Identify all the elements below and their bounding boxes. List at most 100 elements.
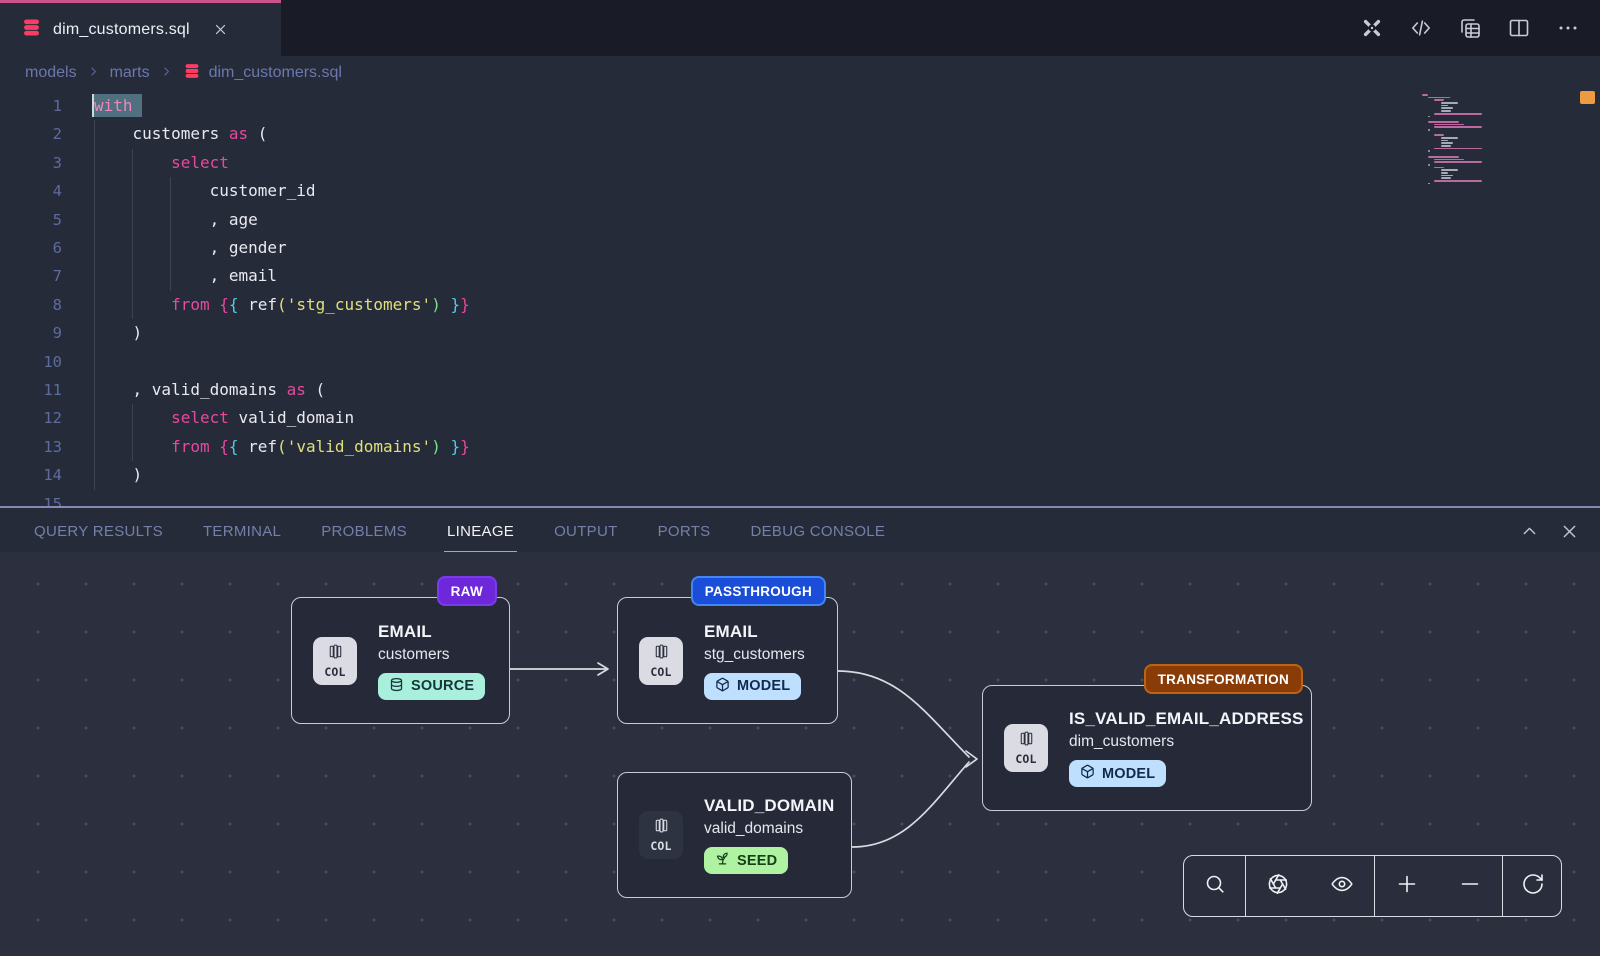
minus-button[interactable] xyxy=(1458,872,1482,901)
close-tab-icon[interactable] xyxy=(213,22,228,37)
dbt-icon[interactable] xyxy=(1360,16,1384,40)
minimap-line xyxy=(1434,180,1482,182)
code-line[interactable]: 4 customer_id xyxy=(0,177,1600,205)
code-text: from {{ ref('stg_customers') }} xyxy=(94,291,470,319)
minimap-line xyxy=(1434,113,1482,115)
node-column-name: EMAIL xyxy=(704,622,758,642)
code-icon[interactable] xyxy=(1409,16,1433,40)
toolbar-section xyxy=(1502,856,1563,916)
minimap-line xyxy=(1441,137,1458,139)
panel-tab-query-results[interactable]: QUERY RESULTS xyxy=(34,508,163,554)
bottom-panel-tabs: QUERY RESULTS TERMINAL PROBLEMS LINEAGE OUTP… xyxy=(0,506,1600,554)
breadcrumb-item-dim_customers-sql[interactable]: dim_customers.sql xyxy=(183,62,342,85)
tab-dim-customers[interactable]: dim_customers.sql xyxy=(0,0,281,56)
panel-tab-lineage[interactable]: LINEAGE xyxy=(447,508,514,554)
minimap-line xyxy=(1434,99,1443,101)
tag-badge-passthrough: PASSTHROUGH xyxy=(691,576,826,606)
minimap-line xyxy=(1441,175,1453,177)
code-line[interactable]: 12 select valid_domain xyxy=(0,404,1600,432)
col-label: COL xyxy=(650,839,671,853)
minimap-line xyxy=(1441,110,1452,112)
lineage-canvas[interactable]: RAWCOLEMAILcustomersSOURCEPASSTHROUGHCOL… xyxy=(0,552,1600,956)
code-line[interactable]: 2 customers as ( xyxy=(0,120,1600,148)
code-text: , age xyxy=(94,206,258,234)
code-text: customers as ( xyxy=(94,120,267,148)
code-text: select valid_domain xyxy=(94,404,354,432)
breadcrumb-separator xyxy=(87,65,100,82)
code-line[interactable]: 11 , valid_domains as ( xyxy=(0,376,1600,404)
code-line[interactable]: 7 , email xyxy=(0,262,1600,290)
box-icon xyxy=(1080,764,1095,783)
minimap[interactable] xyxy=(1422,94,1532,188)
code-line[interactable]: 15 xyxy=(0,490,1600,506)
line-number: 15 xyxy=(0,490,62,506)
close-icon[interactable] xyxy=(1560,522,1579,541)
refresh-icon xyxy=(1521,872,1545,901)
panel-tab-output[interactable]: OUTPUT xyxy=(554,508,617,554)
node-body: EMAILstg_customersMODEL xyxy=(704,622,805,700)
more-icon[interactable] xyxy=(1556,16,1580,40)
code-text: ) xyxy=(94,461,142,489)
type-badge-model: MODEL xyxy=(1069,760,1166,787)
search-icon xyxy=(1203,872,1227,901)
code-text: , email xyxy=(94,262,277,290)
breadcrumb-item-models[interactable]: models xyxy=(25,64,77,82)
minimap-line xyxy=(1428,121,1459,123)
minimap-line xyxy=(1428,164,1430,166)
code-line[interactable]: 1with xyxy=(0,92,1600,120)
line-number: 14 xyxy=(0,461,62,489)
minimap-line xyxy=(1441,140,1449,142)
breadcrumb: models marts dim_customers.sql xyxy=(0,56,1600,90)
node-column-name: VALID_DOMAIN xyxy=(704,796,835,816)
code-text: , valid_domains as ( xyxy=(94,376,325,404)
code-text: , gender xyxy=(94,234,287,262)
plus-button[interactable] xyxy=(1395,872,1419,901)
code-text: from {{ ref('valid_domains') }} xyxy=(94,433,470,461)
minimap-line xyxy=(1428,183,1430,185)
code-line[interactable]: 3 select xyxy=(0,149,1600,177)
chevron-up-icon[interactable] xyxy=(1520,522,1539,541)
minimap-line xyxy=(1434,134,1443,136)
minimap-line xyxy=(1441,107,1453,109)
panel-tab-debug-console[interactable]: DEBUG CONSOLE xyxy=(750,508,885,554)
search-button[interactable] xyxy=(1203,872,1227,901)
toolbar-section xyxy=(1245,856,1374,916)
code-line[interactable]: 6 , gender xyxy=(0,234,1600,262)
minimap-line xyxy=(1441,105,1449,107)
aperture-button[interactable] xyxy=(1266,872,1290,901)
node-body: IS_VALID_EMAIL_ADDRESSdim_customersMODEL xyxy=(1069,709,1304,787)
breadcrumb-separator xyxy=(160,65,173,82)
code-line[interactable]: 8 from {{ ref('stg_customers') }} xyxy=(0,291,1600,319)
lineage-node-valid_domains[interactable]: COLVALID_DOMAINvalid_domainsSEED xyxy=(617,772,852,898)
breadcrumb-item-marts[interactable]: marts xyxy=(110,64,150,82)
code-line[interactable]: 9 ) xyxy=(0,319,1600,347)
database-icon xyxy=(183,62,201,85)
column-chip: COL xyxy=(313,637,357,685)
code-line[interactable]: 10 xyxy=(0,348,1600,376)
split-editor-icon[interactable] xyxy=(1507,16,1531,40)
preview-table-icon[interactable] xyxy=(1458,16,1482,40)
code-editor[interactable]: 1with2 customers as (3 select4 customer_… xyxy=(0,90,1600,506)
eye-button[interactable] xyxy=(1330,872,1354,901)
minimap-line xyxy=(1441,169,1458,171)
line-number: 1 xyxy=(0,92,62,120)
columns-icon xyxy=(653,817,670,839)
lineage-node-dim_customers[interactable]: TRANSFORMATIONCOLIS_VALID_EMAIL_ADDRESSd… xyxy=(982,685,1312,811)
panel-tab-ports[interactable]: PORTS xyxy=(658,508,711,554)
line-number: 11 xyxy=(0,376,62,404)
line-number: 3 xyxy=(0,149,62,177)
panel-tab-terminal[interactable]: TERMINAL xyxy=(203,508,281,554)
code-line[interactable]: 14 ) xyxy=(0,461,1600,489)
column-chip: COL xyxy=(639,811,683,859)
node-table-name: dim_customers xyxy=(1069,733,1174,751)
panel-tab-problems[interactable]: PROBLEMS xyxy=(321,508,407,554)
code-line[interactable]: 5 , age xyxy=(0,206,1600,234)
code-line[interactable]: 13 from {{ ref('valid_domains') }} xyxy=(0,433,1600,461)
line-number: 9 xyxy=(0,319,62,347)
minus-icon xyxy=(1458,872,1482,901)
lineage-node-stg_customers[interactable]: PASSTHROUGHCOLEMAILstg_customersMODEL xyxy=(617,597,838,724)
code-text: ) xyxy=(94,319,142,347)
box-icon xyxy=(715,677,730,696)
refresh-button[interactable] xyxy=(1521,872,1545,901)
lineage-node-customers[interactable]: RAWCOLEMAILcustomersSOURCE xyxy=(291,597,510,724)
